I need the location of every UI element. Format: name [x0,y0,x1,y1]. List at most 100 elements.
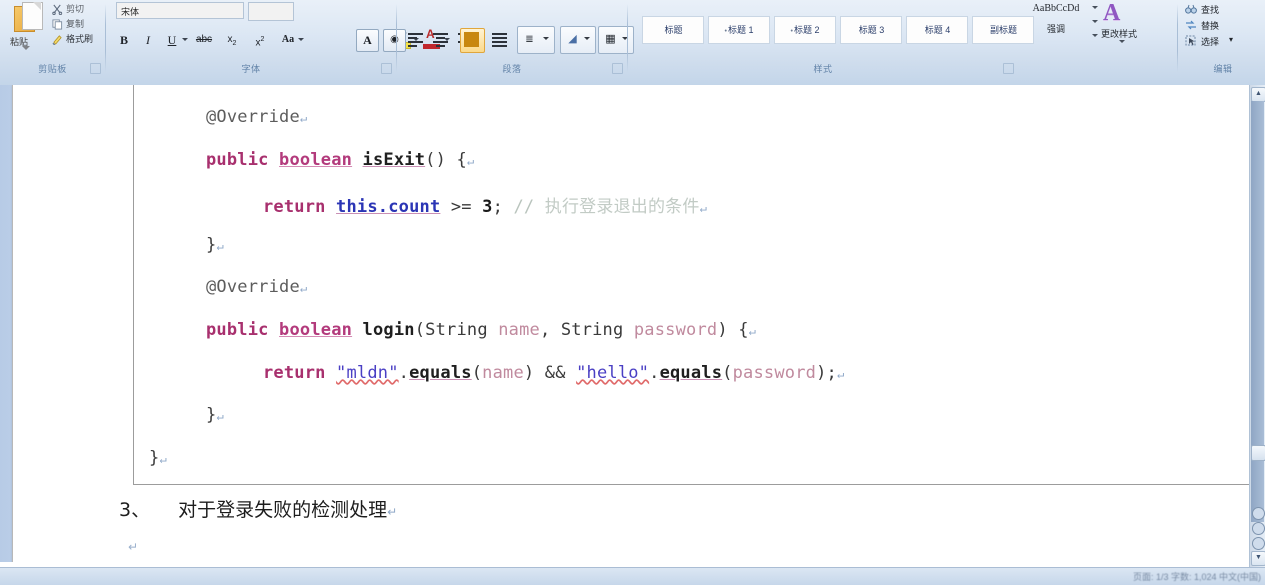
code-token: return [263,362,326,383]
style-chip-0[interactable]: 标题 [642,16,704,44]
code-token: @Override [206,277,300,298]
style-label: 副标题 [989,25,1017,35]
code-token: } [206,405,217,426]
format-painter-icon[interactable] [52,32,63,46]
code-token: () { [425,149,467,170]
code-token: login [362,320,415,340]
list-text: 对于登录失败的检测处理 [178,499,388,521]
scroll-up-button[interactable]: ▲ [1251,87,1265,102]
shading-icon[interactable]: ◢ [562,29,583,50]
code-token: @Override [206,107,300,127]
styles-scroll-up-caret[interactable] [1092,6,1098,9]
prev-page-icon[interactable] [1252,507,1265,520]
change-case-dropdown-caret[interactable] [298,38,304,41]
scissors-icon[interactable] [52,2,63,16]
ribbon-group-editing: 查找 替换 选择 ▾ 编辑 [1181,0,1265,78]
style-label: 标题 [664,25,683,35]
line-spacing-icon[interactable]: ≣ [519,29,540,50]
underline-button[interactable]: U [162,30,182,50]
phonetic-guide-icon[interactable]: A [356,29,379,52]
find-label: 查找 [1201,5,1220,15]
style-label: 标题 3 [858,25,885,35]
code-token: ↵ [216,409,224,424]
binoculars-icon [1185,3,1197,15]
code-token: 3 [482,197,493,218]
code-token: . [398,362,410,383]
change-case-button[interactable]: Aa [278,30,298,50]
code-token: } [149,447,160,468]
clipboard-dialog-launcher[interactable] [90,63,101,74]
subscript-button[interactable]: x2 [222,30,242,50]
line-spacing-caret[interactable] [543,37,549,40]
code-token: ; [492,197,514,218]
document-canvas[interactable]: @Override↵ public boolean isExit() {↵ retu… [0,85,1265,585]
code-token: ↵ [699,201,708,216]
distribute-icon[interactable] [489,29,510,50]
code-token: "hello" [576,362,650,383]
style-label: 标题 2 [793,25,820,35]
font-name-combobox[interactable]: 宋体 [116,2,244,19]
group-label-editing: 编辑 [1213,64,1233,74]
numbered-list-item[interactable]: 3、 对于登录失败的检测处理↵ [119,495,719,522]
select-browse-object-icon[interactable] [1252,522,1265,535]
style-preview-label[interactable]: 强调 [1023,22,1089,35]
code-line: public boolean login(String name, String… [134,320,1265,340]
format-painter-label[interactable]: 格式刷 [66,32,93,45]
italic-button[interactable]: I [138,30,158,50]
select-label: 选择 [1201,37,1220,47]
next-page-icon[interactable] [1252,537,1265,550]
scroll-down-button[interactable]: ▼ [1251,551,1265,566]
vertical-scrollbar[interactable]: ▲ ▼ [1249,85,1265,568]
shading-caret[interactable] [584,37,590,40]
code-line: return this.count >= 3; // 执行登录退出的条件↵ [134,192,1265,217]
code-block[interactable]: @Override↵ public boolean isExit() {↵ retu… [133,85,1261,485]
copy-button-label[interactable]: 复制 [66,17,84,30]
code-token: "mldn" [336,362,399,383]
code-token: return [263,197,326,218]
strikethrough-button[interactable]: abc [194,30,214,50]
copy-icon[interactable] [52,17,63,30]
font-size-combobox[interactable] [248,2,294,21]
code-token: ) { [717,320,749,340]
align-center-icon[interactable] [430,29,451,50]
code-line: @Override↵ [134,277,1265,297]
style-chip-1[interactable]: •标题 1 [708,16,770,44]
code-token: . [649,362,660,383]
paste-dropdown-caret[interactable] [22,46,30,50]
code-token: >= [440,197,483,218]
group-label-styles: 样式 [813,64,833,74]
style-chip-2[interactable]: •标题 2 [774,16,836,44]
code-token: ↵ [836,366,845,381]
code-token: name [498,320,540,340]
paragraph-dialog-launcher[interactable] [612,63,623,74]
select-caret[interactable]: ▾ [1229,35,1233,44]
code-token: boolean [279,149,353,170]
cut-button-label[interactable]: 剪切 [66,2,84,15]
font-dialog-launcher[interactable] [381,63,392,74]
superscript-mark: 2 [260,36,265,43]
code-token: ↵ [466,153,475,168]
document-page[interactable]: @Override↵ public boolean isExit() {↵ retu… [12,85,1261,573]
scrollbar-thumb[interactable] [1251,445,1265,461]
underline-dropdown-caret[interactable] [182,38,188,41]
replace-icon [1185,19,1197,31]
style-chip-4[interactable]: 标题 4 [906,16,968,44]
change-styles-label[interactable]: 更改样式 [1101,27,1137,40]
styles-dialog-launcher[interactable] [1003,63,1014,74]
change-styles-icon[interactable]: A [1103,0,1120,27]
styles-scroll-down-caret[interactable] [1092,20,1098,23]
style-chip-3[interactable]: 标题 3 [840,16,902,44]
bold-button[interactable]: B [114,30,134,50]
align-left-icon[interactable] [405,29,426,50]
change-styles-caret[interactable] [1119,40,1125,43]
superscript-button[interactable]: x2 [250,30,270,50]
code-token: equals [409,362,472,383]
style-preview-sample[interactable]: AaBbCcDd [1023,3,1089,19]
justify-icon[interactable] [460,28,485,53]
borders-icon[interactable]: ▦ [600,29,621,50]
status-bar[interactable]: 页面: 1/3 字数: 1,024 中文(中国) [0,567,1265,585]
styles-more-caret[interactable] [1092,34,1098,37]
replace-label: 替换 [1201,21,1220,31]
paste-icon[interactable] [14,2,44,34]
